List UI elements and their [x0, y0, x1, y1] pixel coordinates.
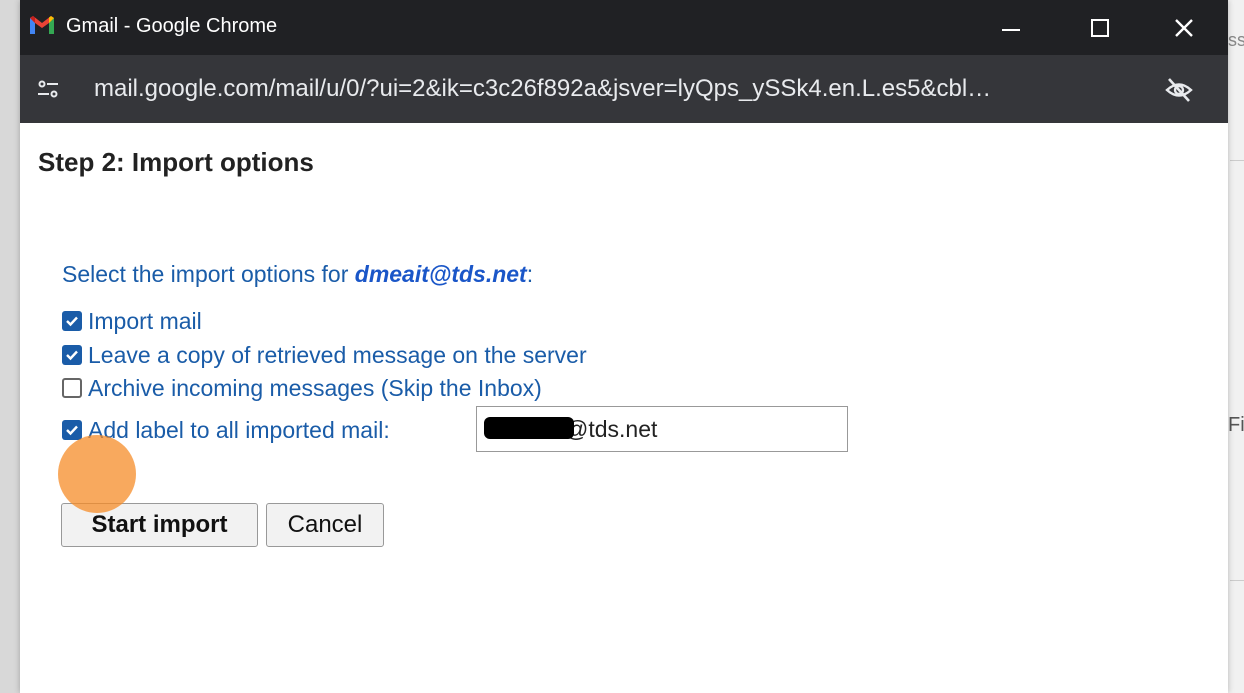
background-page-edge [0, 0, 20, 693]
close-icon [1175, 19, 1193, 37]
archive-incoming-label: Archive incoming messages (Skip the Inbo… [88, 374, 542, 401]
add-label-label: Add label to all imported mail: [88, 416, 390, 443]
background-text: ss [1228, 30, 1244, 50]
options-intro-text: Select the import options for [62, 261, 355, 287]
window-titlebar: Gmail - Google Chrome [20, 0, 1228, 55]
checkmark-icon [66, 425, 78, 436]
page-title: Step 2: Import options [38, 147, 314, 177]
eye-off-icon[interactable] [1164, 75, 1194, 105]
checkmark-icon [66, 316, 78, 327]
minimize-icon [1002, 29, 1020, 31]
background-divider [1230, 160, 1244, 161]
import-mail-label: Import mail [88, 307, 202, 334]
background-page-right [1228, 0, 1244, 693]
checkmark-icon [66, 350, 78, 361]
maximize-button[interactable] [1082, 10, 1118, 46]
archive-incoming-checkbox[interactable] [62, 378, 82, 398]
close-button[interactable] [1166, 10, 1202, 46]
import-options-panel: Step 2: Import options Select the import… [20, 123, 1228, 693]
background-divider [1230, 580, 1244, 581]
option-import-mail[interactable]: Import mail [62, 307, 202, 335]
leave-copy-label: Leave a copy of retrieved message on the… [88, 341, 587, 368]
popup-window: Gmail - Google Chrome mail.google.com/ma… [20, 0, 1228, 693]
options-intro-colon: : [526, 261, 534, 287]
add-label-checkbox[interactable] [62, 420, 82, 440]
maximize-icon [1091, 19, 1109, 37]
minimize-button[interactable] [993, 10, 1029, 46]
background-text: Fi [1228, 414, 1244, 436]
gmail-logo-icon [30, 16, 54, 34]
option-archive-incoming[interactable]: Archive incoming messages (Skip the Inbo… [62, 374, 542, 402]
click-indicator [58, 435, 136, 513]
leave-copy-checkbox[interactable] [62, 345, 82, 365]
redaction-block [484, 417, 574, 439]
window-title: Gmail - Google Chrome [66, 15, 278, 37]
options-intro: Select the import options for dmeait@tds… [62, 261, 533, 288]
option-leave-copy[interactable]: Leave a copy of retrieved message on the… [62, 341, 587, 369]
import-mail-checkbox[interactable] [62, 311, 82, 331]
site-settings-icon[interactable] [36, 77, 60, 101]
account-email: dmeait@tds.net [354, 261, 527, 287]
cancel-button[interactable]: Cancel [266, 503, 384, 547]
address-bar: mail.google.com/mail/u/0/?ui=2&ik=c3c26f… [20, 55, 1228, 123]
url-text[interactable]: mail.google.com/mail/u/0/?ui=2&ik=c3c26f… [94, 75, 991, 103]
